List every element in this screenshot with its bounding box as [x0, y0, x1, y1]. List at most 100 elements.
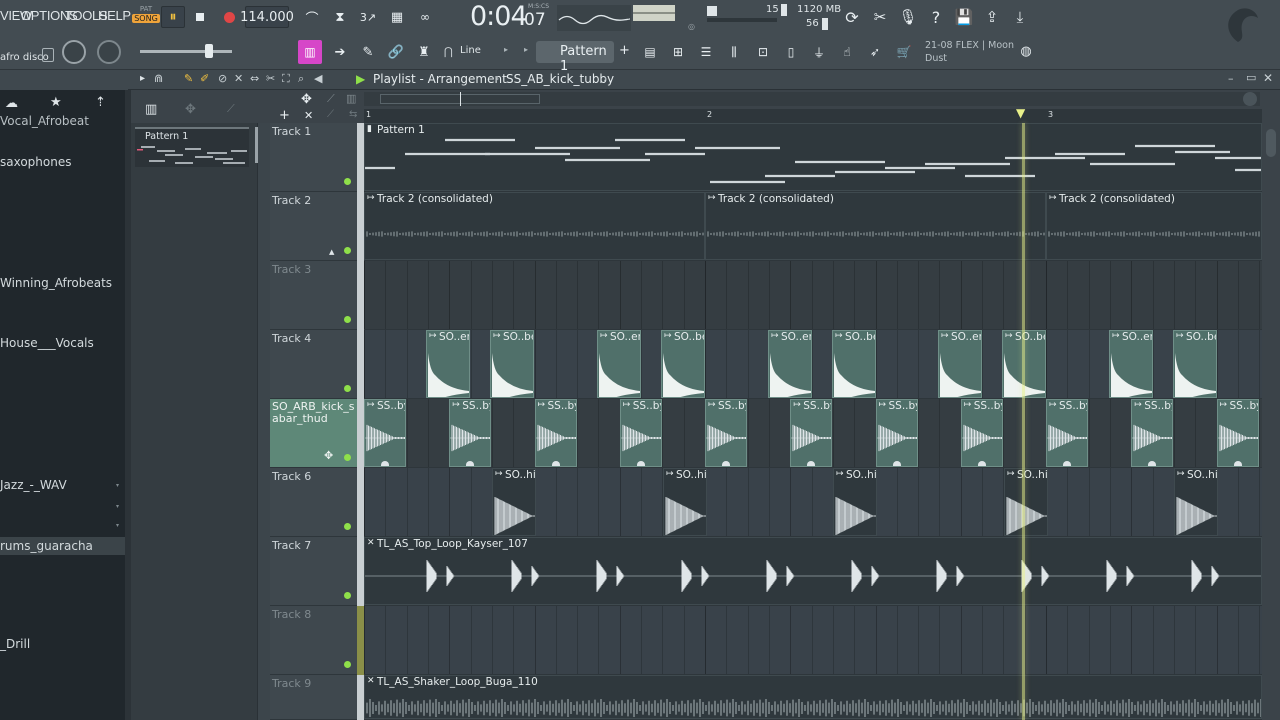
menu-help[interactable]: HELP — [98, 8, 131, 23]
playback-tool-icon[interactable]: ◀ — [314, 72, 322, 85]
clip[interactable]: ↦SO..hit — [833, 468, 877, 536]
track-lane[interactable]: ▮ Pattern 1 — [364, 123, 1262, 192]
clip[interactable]: ↦SS..by — [1046, 399, 1088, 467]
track-enable-led[interactable] — [344, 454, 351, 461]
pat-song-toggle[interactable]: PAT SONG — [132, 5, 160, 29]
master-volume-knob[interactable] — [62, 40, 86, 64]
track-header[interactable]: Track 4 — [270, 330, 357, 399]
track-enable-led[interactable] — [344, 661, 351, 668]
playlist-view-button[interactable]: ☰ — [695, 40, 717, 64]
master-slider-handle[interactable] — [205, 44, 213, 58]
slip-tool-icon[interactable]: ⇔ — [250, 72, 259, 85]
touch-button[interactable]: ☝ — [836, 40, 858, 64]
minimize-icon[interactable]: – — [1228, 72, 1234, 85]
draw-tool-button[interactable]: ✎ — [357, 40, 379, 64]
track-lane[interactable]: ↦ Track 2 (consolidated) ↦ Track 2 (consoli… — [364, 192, 1262, 261]
track-header[interactable]: Track 1 — [270, 123, 357, 192]
online-button[interactable]: ◍ — [1015, 40, 1037, 62]
clip[interactable]: ✕ TL_AS_Top_Loop_Kayser_107 — [364, 537, 1262, 605]
clip[interactable]: ↦SS..by — [534, 399, 577, 467]
clip-handle[interactable] — [722, 461, 730, 466]
track-name[interactable]: Track 9 — [272, 677, 311, 690]
track-enable-led[interactable] — [344, 178, 351, 185]
clip[interactable]: ↦SO..ber — [661, 330, 705, 398]
track-lane[interactable]: ✕ TL_AS_Top_Loop_Kayser_107 — [364, 537, 1262, 606]
loop-record-button[interactable]: ∞ — [413, 6, 437, 28]
paint-tool-icon[interactable]: ✐ — [200, 72, 209, 85]
clip-handle[interactable] — [977, 461, 986, 466]
clip[interactable]: ↦ Track 2 (consolidated) — [364, 192, 705, 260]
track-lane[interactable]: ↦SS..by ↦SS..by ↦SS..by ↦SS..by ↦SS..by ↦SS..… — [364, 399, 1262, 468]
clip[interactable]: ↦SS..by — [1131, 399, 1174, 467]
track-header[interactable]: Track 9 — [270, 675, 357, 720]
clip[interactable]: ↦SS..by — [619, 399, 662, 467]
rendering-button[interactable]: ➶ — [864, 40, 886, 64]
picker-scrollbar[interactable] — [255, 127, 258, 163]
stop-button[interactable] — [189, 6, 211, 28]
tempo-display[interactable]: 114.000 — [240, 6, 294, 28]
browser-item[interactable]: saxophones — [0, 155, 71, 169]
piano-roll-button[interactable]: ▤ — [639, 40, 661, 64]
song-overview[interactable] — [364, 92, 1260, 106]
track-name[interactable]: Track 7 — [272, 539, 311, 552]
track-lane[interactable]: ↦SO..er ↦SO..ber ↦SO..er ↦SO..ber ↦SO..er ↦SO… — [364, 330, 1262, 399]
pencil-tool-icon[interactable]: ✎ — [184, 72, 193, 85]
clip[interactable]: ↦ SO..er — [768, 330, 812, 398]
master-slider[interactable] — [140, 50, 232, 53]
undo-button[interactable]: ⟳ — [840, 5, 864, 29]
track-enable-led[interactable] — [344, 592, 351, 599]
track-enable-led[interactable] — [344, 523, 351, 530]
cut-button[interactable]: ✂ — [868, 5, 892, 29]
channel-rack-button[interactable]: ⊞ — [667, 40, 689, 64]
track-move-icon[interactable]: ✥ — [324, 449, 333, 462]
close-icon[interactable]: ✕ — [1263, 71, 1273, 85]
collapse-icon[interactable]: ▾ — [116, 522, 119, 529]
clip[interactable]: ↦ Track 2 (consolidated) — [1046, 192, 1262, 260]
clip[interactable]: ↦SO..hit — [663, 468, 707, 536]
track-lane[interactable]: ↦SO..hit ↦SO..hit ↦SO..hit ↦SO..hit ↦SO..hit — [364, 468, 1262, 537]
help-button[interactable]: ? — [924, 5, 948, 29]
stamp-button[interactable]: ♜ — [413, 40, 435, 64]
pin-icon[interactable]: ⇡ — [95, 95, 106, 110]
song-time[interactable]: 0:04 — [470, 1, 528, 32]
clip-handle[interactable] — [1063, 461, 1071, 466]
record-button[interactable] — [218, 6, 240, 28]
browser-item-selected[interactable]: rums_guaracha — [0, 537, 125, 555]
channel-button[interactable]: ⊡ — [752, 40, 774, 64]
master-knob-icon[interactable]: ◎ — [688, 22, 695, 31]
overview-handle[interactable] — [1243, 92, 1257, 106]
pattern-prev-icon[interactable]: ▸ — [524, 45, 528, 54]
playlist-button[interactable]: ▥ — [298, 40, 322, 64]
remove-track-icon[interactable]: ✕ — [304, 109, 313, 122]
browser-item[interactable]: _Drill — [0, 637, 30, 651]
piano-icon[interactable]: ▥ — [145, 102, 157, 117]
clip[interactable]: ↦SO..hit — [1004, 468, 1048, 536]
clip[interactable]: ↦SS..by — [960, 399, 1003, 467]
clip[interactable]: ↦SO..ber — [832, 330, 876, 398]
play-pattern-icon[interactable]: ▸ — [140, 73, 145, 84]
clip[interactable]: ↦SS..by — [449, 399, 492, 467]
clip[interactable]: ✕ TL_AS_Shaker_Loop_Buga_110 — [364, 675, 1262, 719]
zoom-tool-icon[interactable]: ⌕ — [298, 72, 304, 86]
download-button[interactable]: ⤓ — [1008, 5, 1032, 29]
countdown-button[interactable]: 3↗ — [356, 6, 380, 28]
save-button[interactable]: 💾 — [952, 5, 976, 29]
link-tool-icon[interactable]: ⟋ — [327, 109, 334, 120]
track-enable-led[interactable] — [344, 316, 351, 323]
playlist-crumb[interactable]: SS_AB_kick_tubby — [506, 72, 614, 86]
news-line-1[interactable]: 21-08 FLEX | Moon — [925, 40, 1014, 51]
pattern-selector[interactable]: Pattern 1 — [536, 41, 614, 74]
shop-button[interactable]: 🛒 — [893, 40, 915, 64]
timeline-ruler[interactable]: 1 2 3 ▼ — [364, 106, 1262, 123]
track-name[interactable]: Track 3 — [272, 263, 311, 276]
swap-icon[interactable]: ⇆ — [349, 109, 357, 120]
snap-dropdown-icon[interactable]: ▸ — [504, 45, 508, 54]
clip[interactable]: ↦ SO..er — [597, 330, 641, 398]
clip-handle[interactable] — [807, 461, 816, 466]
snap-label[interactable]: Line — [460, 45, 481, 56]
playhead-line[interactable] — [1022, 123, 1025, 720]
pause-button[interactable]: ⏸ — [161, 6, 185, 28]
clip[interactable]: ↦ SO..er — [938, 330, 982, 398]
clip[interactable]: ↦SO..hit — [1174, 468, 1218, 536]
collapse-icon[interactable]: ▾ — [116, 503, 119, 510]
